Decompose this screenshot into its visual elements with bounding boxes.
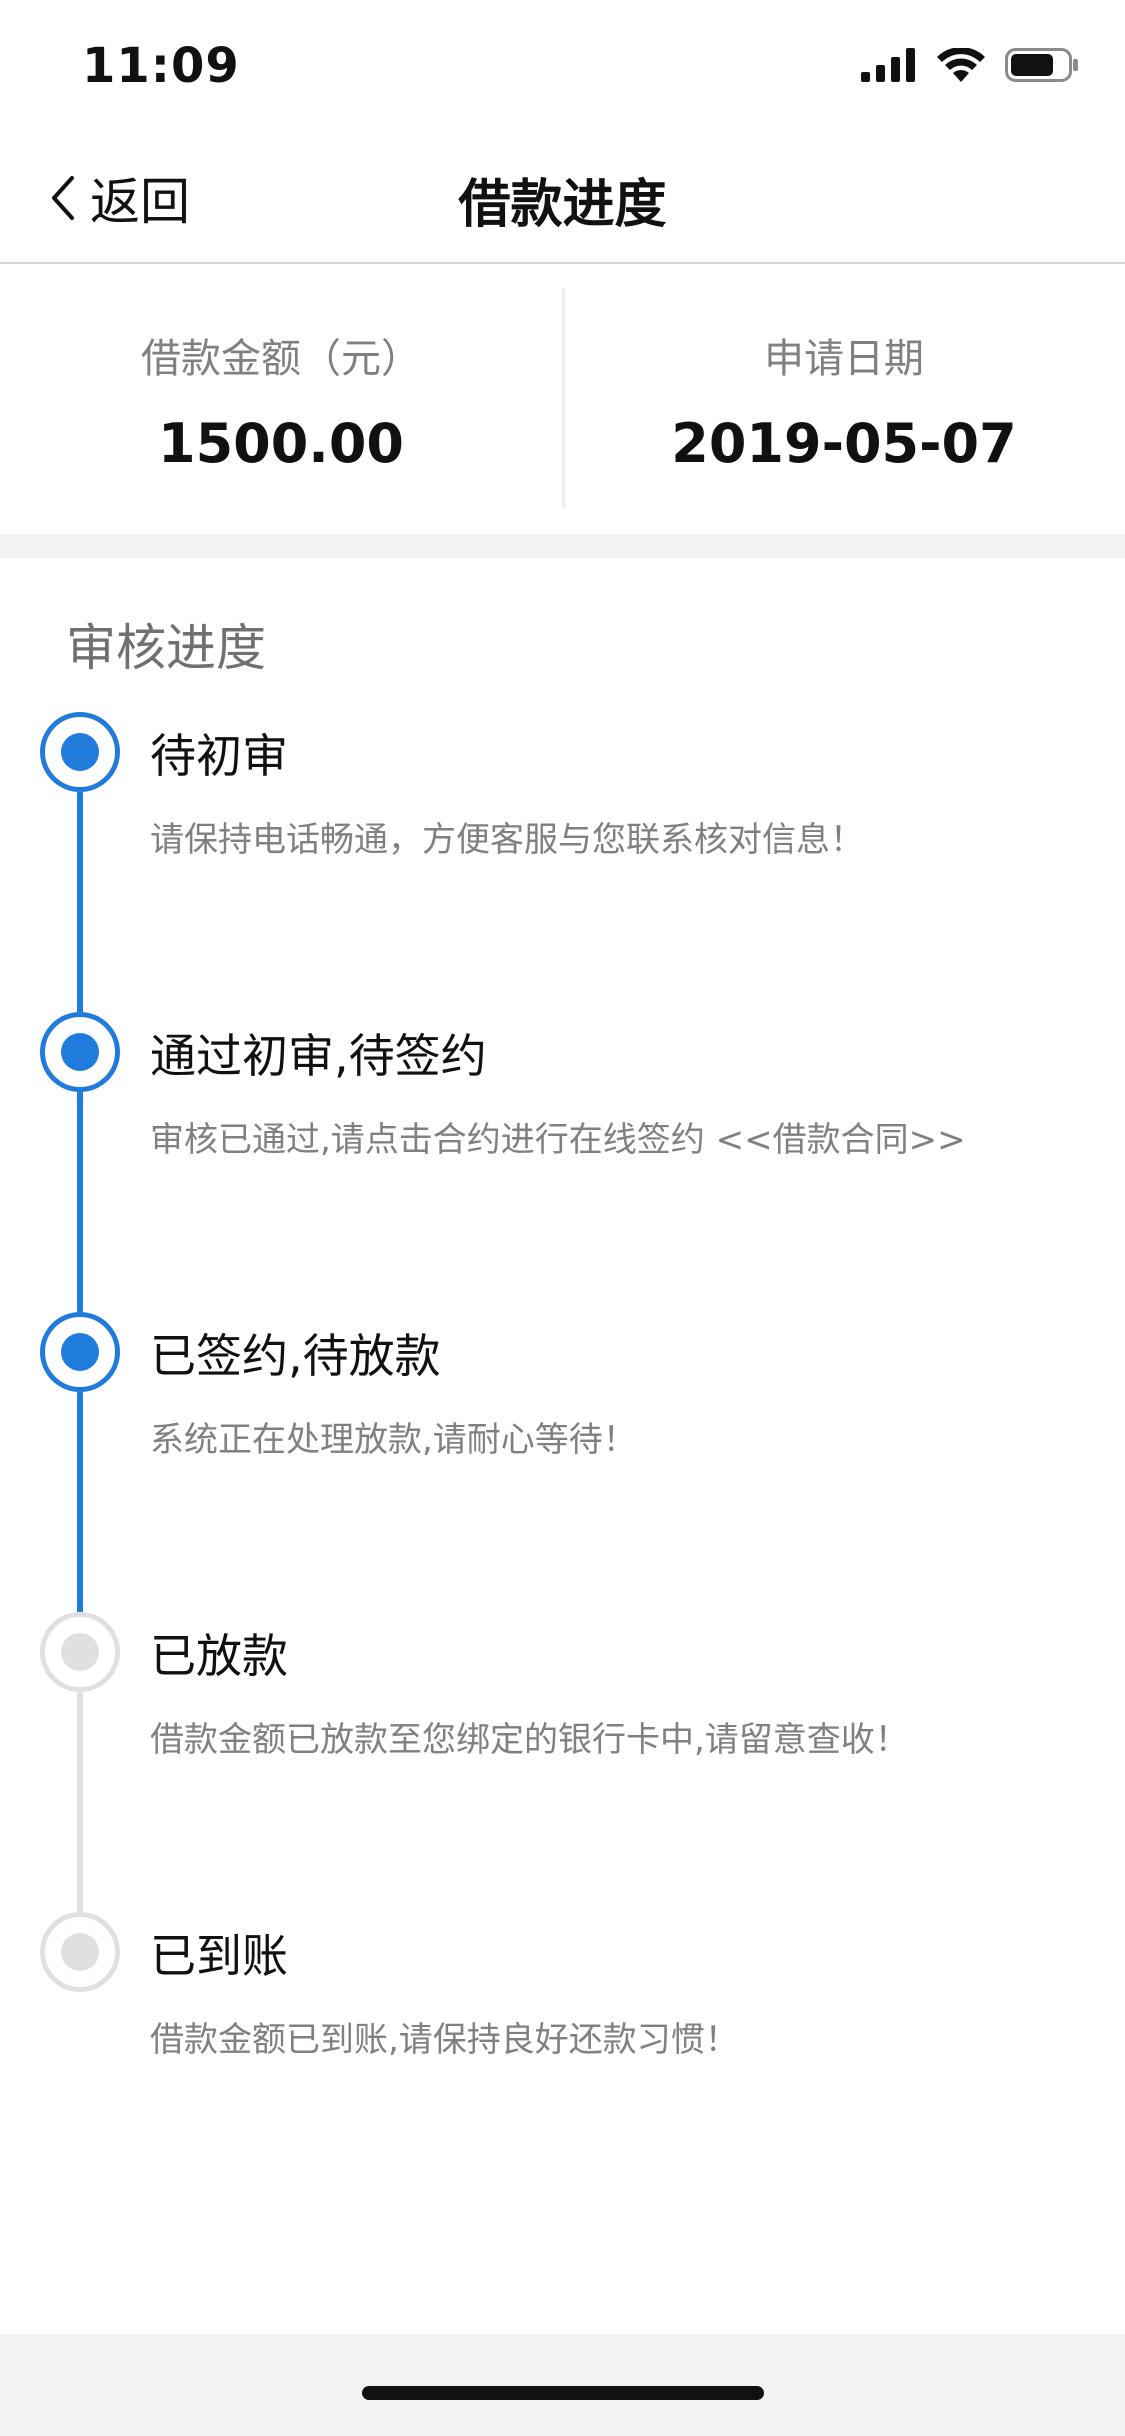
timeline-connector — [77, 792, 83, 1012]
step-title: 已到账 — [150, 1929, 288, 1983]
step-status-dot — [61, 733, 99, 771]
step-description: 请保持电话畅通，方便客服与您联系核对信息！ — [150, 820, 864, 860]
progress-timeline: 待初审请保持电话畅通，方便客服与您联系核对信息！ 通过初审,待签约审核已通过,请点… — [0, 0, 1125, 2436]
step-title: 已签约,待放款 — [150, 1329, 441, 1383]
step-description[interactable]: 审核已通过,请点击合约进行在线签约 <<借款合同>> — [150, 1112, 966, 1161]
step-title: 已放款 — [150, 1629, 288, 1683]
step-status-icon — [40, 1312, 120, 1392]
step-description: 系统正在处理放款,请耐心等待！ — [150, 1420, 637, 1460]
step-status-icon — [40, 712, 120, 792]
timeline-connector — [77, 1392, 83, 1612]
step-status-icon — [40, 1012, 120, 1092]
step-description: 借款金额已放款至您绑定的银行卡中,请留意查收！ — [150, 1720, 909, 1760]
home-indicator — [362, 2386, 764, 2400]
step-description: 借款金额已到账,请保持良好还款习惯！ — [150, 2020, 739, 2060]
step-status-dot — [61, 1333, 99, 1371]
timeline-connector — [77, 1692, 83, 1912]
step-status-icon — [40, 1612, 120, 1692]
bottom-bar — [0, 2334, 1125, 2436]
step-status-dot — [61, 1033, 99, 1071]
step-title: 待初审 — [150, 729, 288, 783]
step-status-icon — [40, 1912, 120, 1992]
step-status-dot — [61, 1933, 99, 1971]
step-status-dot — [61, 1633, 99, 1671]
timeline-connector — [77, 1092, 83, 1312]
step-title: 通过初审,待签约 — [150, 1029, 487, 1083]
